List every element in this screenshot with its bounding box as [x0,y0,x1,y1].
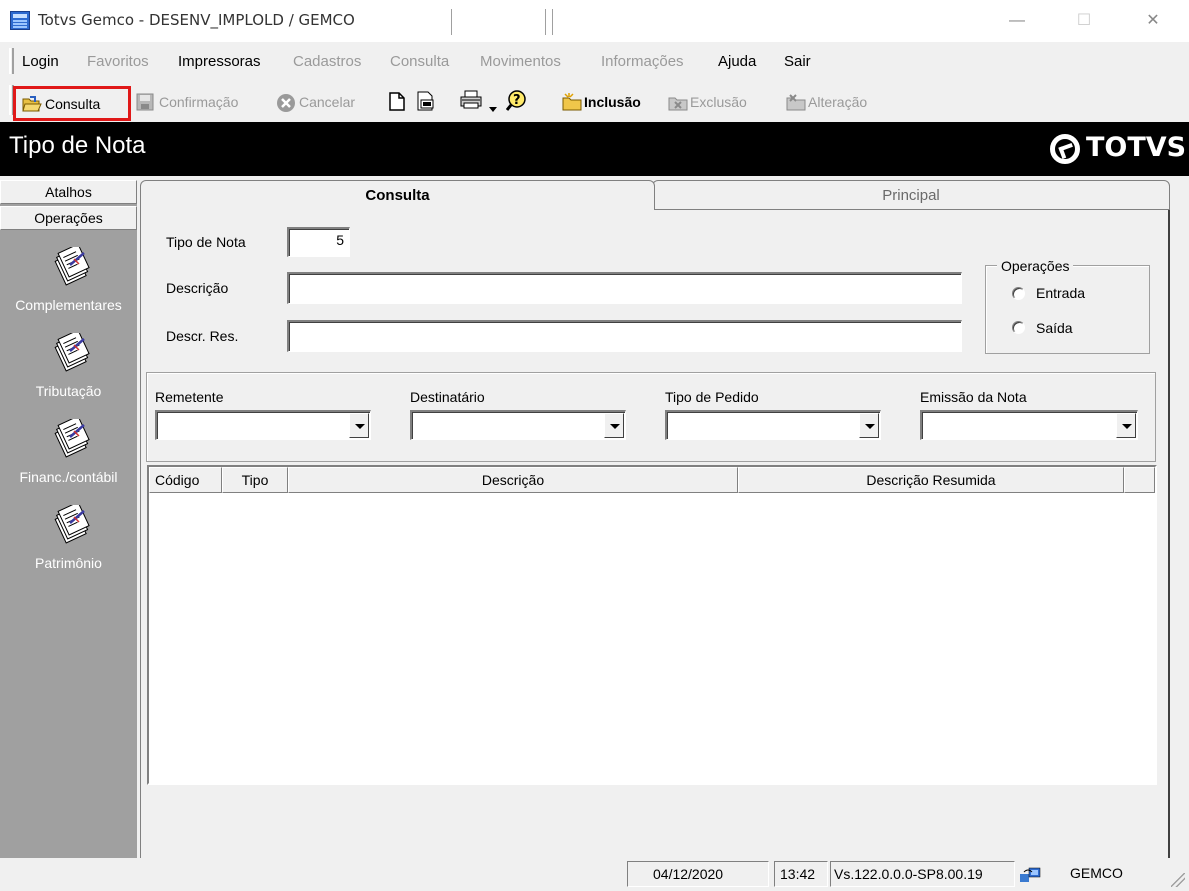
emissao-label: Emissão da Nota [920,389,1027,405]
chevron-down-icon[interactable] [859,413,879,438]
confirmacao-button[interactable]: Confirmação [136,89,238,115]
tipo-pedido-label: Tipo de Pedido [665,389,759,405]
remetente-label: Remetente [155,389,224,405]
new-document-icon[interactable] [389,92,405,111]
menu-ajuda[interactable]: Ajuda [718,53,756,70]
descr-res-input[interactable] [287,320,962,352]
app-icon [10,11,30,30]
toolbar-separator [451,9,454,35]
page-header: Tipo de Nota TOTVS [0,122,1189,176]
chevron-down-icon[interactable] [604,413,624,438]
column-header-codigo[interactable]: Código [149,467,222,493]
menu-grip [9,48,14,74]
entrada-label[interactable]: Entrada [1036,285,1085,301]
column-header-tipo[interactable]: Tipo [222,467,288,493]
sidebar-item-tributacao[interactable]: Tributação [0,329,137,399]
status-time: 13:42 [774,861,828,887]
menu-bar: Login Favoritos Impressoras Cadastros Co… [0,45,1189,79]
resize-grip[interactable] [1171,873,1185,887]
destinatario-select[interactable] [410,410,626,440]
tipo-nota-label: Tipo de Nota [166,234,246,250]
tipo-nota-input[interactable]: 5 [287,227,350,257]
menu-movimentos[interactable]: Movimentos [480,53,561,70]
tab-atalhos[interactable]: Atalhos [0,180,137,204]
delete-folder-icon [667,93,688,111]
preview-icon[interactable] [416,91,438,112]
destinatario-label: Destinatário [410,389,485,405]
help-search-icon[interactable]: ? [505,89,530,113]
menu-consulta[interactable]: Consulta [390,53,449,70]
documents-icon [52,501,90,544]
chevron-down-icon[interactable] [349,413,369,438]
sidebar-item-patrimonio[interactable]: Patrimônio [0,501,137,571]
svg-text:?: ? [513,93,521,108]
descricao-label: Descrição [166,280,229,296]
save-icon [136,93,156,111]
sidebar-item-financ-contabil[interactable]: Financ./contábil [0,415,137,485]
status-version: Vs.122.0.0.0-SP8.00.19 [830,861,1015,887]
documents-icon [52,243,90,286]
menu-informacoes[interactable]: Informações [601,53,684,70]
totvs-logo-text: TOTVS [1086,132,1187,163]
status-db: GEMCO [1070,865,1123,881]
emissao-select[interactable] [920,410,1138,440]
print-dropdown-icon[interactable] [489,100,497,112]
chevron-down-icon[interactable] [1116,413,1136,438]
menu-login[interactable]: Login [22,53,59,70]
consulta-label: Consulta [45,95,101,112]
saida-radio[interactable] [1012,321,1025,334]
tab-operacoes[interactable]: Operações [0,206,137,230]
cancelar-button[interactable]: Cancelar [276,89,355,115]
documents-icon [52,415,90,458]
network-icon [1018,866,1042,884]
descr-res-label: Descr. Res. [166,328,239,344]
title-bar: Totvs Gemco - DESENV_IMPLOLD / GEMCO — ☐… [0,0,1189,42]
page-title: Tipo de Nota [9,132,146,159]
status-date: 04/12/2020 [627,861,769,887]
documents-icon [52,329,90,372]
status-message [0,861,624,887]
menu-impressoras[interactable]: Impressoras [178,53,261,70]
new-folder-icon [561,93,582,111]
minimize-button[interactable]: — [1003,8,1031,34]
entrada-radio[interactable] [1012,287,1025,300]
inclusao-button[interactable]: Inclusão [561,89,641,115]
saida-label[interactable]: Saída [1036,320,1073,336]
window-title: Totvs Gemco - DESENV_IMPLOLD / GEMCO [38,11,355,29]
close-button[interactable]: ✕ [1139,8,1167,34]
tab-consulta[interactable]: Consulta [140,180,655,210]
toolbar-separator [552,9,555,35]
print-icon[interactable] [460,90,484,110]
totvs-logo-icon [1050,134,1080,164]
remetente-select[interactable] [155,410,371,440]
consulta-button[interactable]: Consulta [13,86,131,121]
menu-sair[interactable]: Sair [784,53,811,70]
cancel-icon [276,93,296,112]
operacoes-group [985,265,1150,354]
tipo-pedido-select[interactable] [665,410,881,440]
exclusao-button[interactable]: Exclusão [667,89,747,115]
column-header-descricao[interactable]: Descrição [288,467,738,493]
tab-principal[interactable]: Principal [652,180,1170,210]
edit-folder-icon [785,93,806,111]
column-header-descricao-resumida[interactable]: Descrição Resumida [738,467,1124,493]
results-grid[interactable]: Código Tipo Descrição Descrição Resumida [147,465,1157,785]
sidebar-item-complementares[interactable]: Complementares [0,243,137,313]
open-folder-icon [22,95,42,113]
descricao-input[interactable] [287,272,962,304]
column-header-filler [1124,467,1155,493]
operacoes-legend: Operações [997,258,1074,274]
toolbar-separator [545,9,548,35]
maximize-button[interactable]: ☐ [1070,8,1098,34]
menu-favoritos[interactable]: Favoritos [87,53,149,70]
menu-cadastros[interactable]: Cadastros [293,53,361,70]
alteracao-button[interactable]: Alteração [785,89,867,115]
status-bar: 04/12/2020 13:42 Vs.122.0.0.0-SP8.00.19 … [0,858,1189,891]
